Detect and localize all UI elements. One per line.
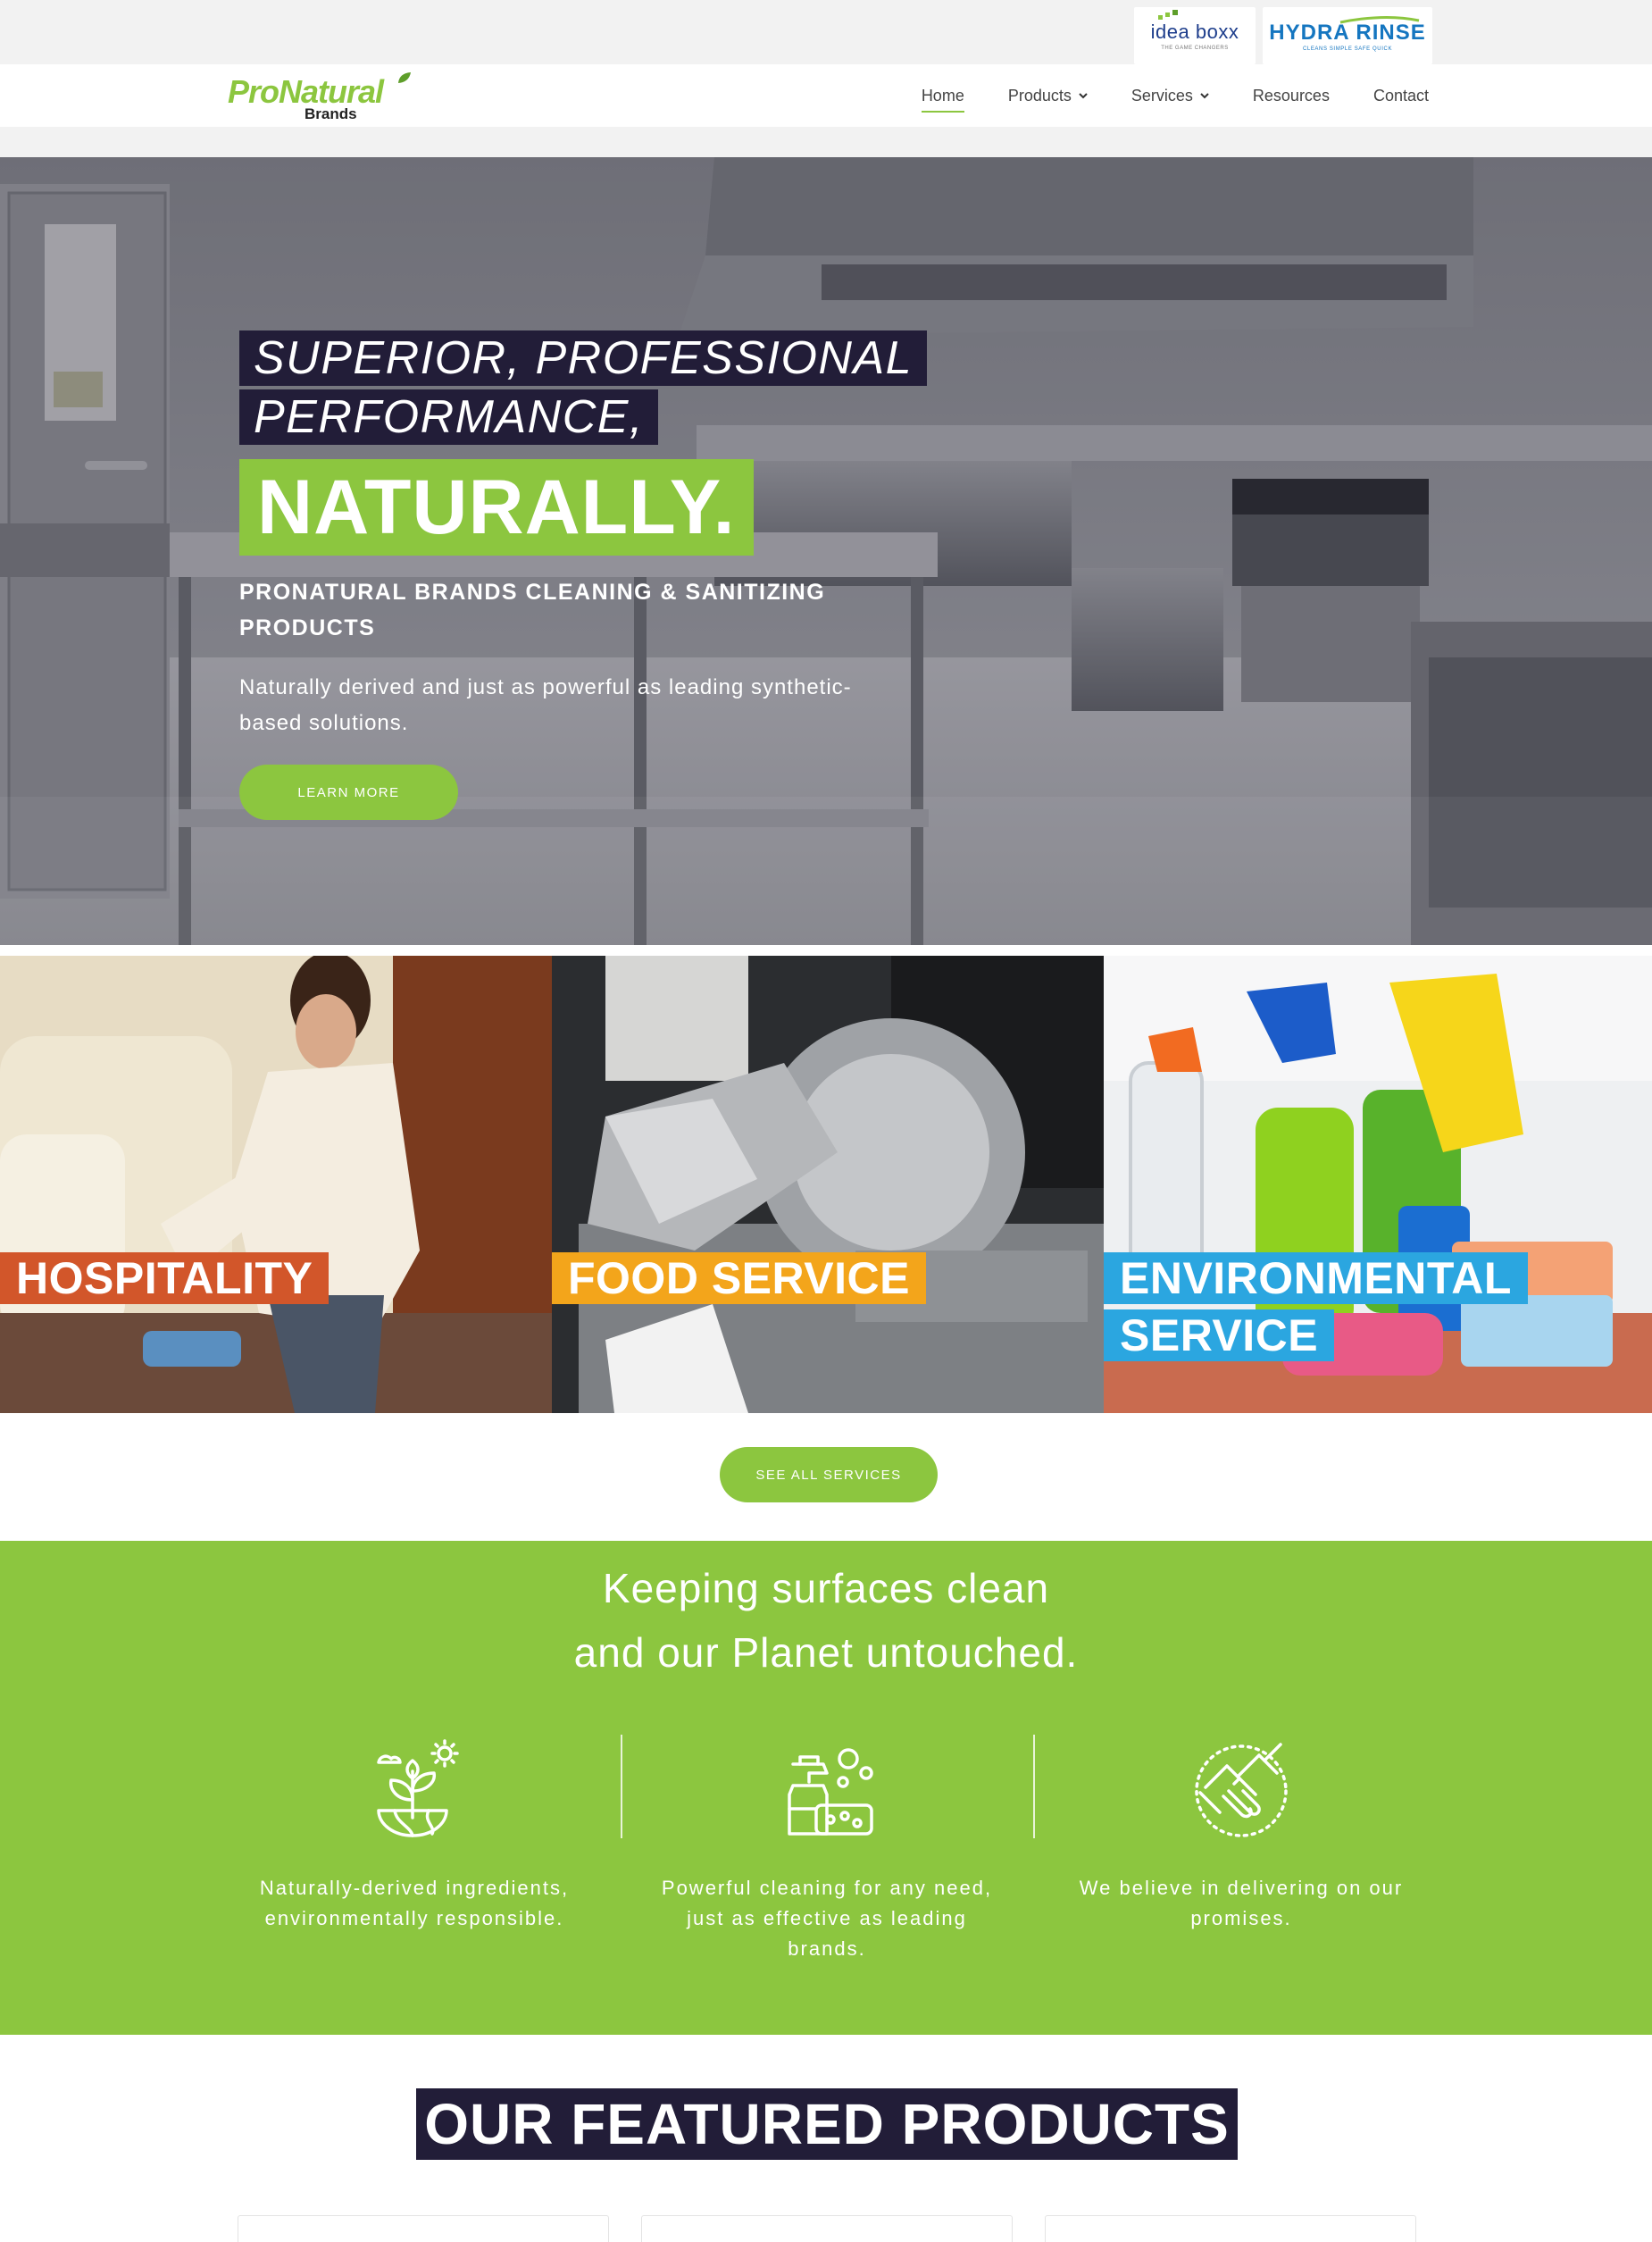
handshake-icon — [1195, 1743, 1288, 1837]
nav-contact[interactable]: Contact — [1373, 81, 1429, 111]
mission-tagline-line2: and our Planet untouched. — [0, 1628, 1652, 1677]
mission-section: Keeping surfaces clean and our Planet un… — [0, 1541, 1652, 2035]
service-tile-food-service[interactable]: FOOD SERVICE — [552, 956, 1104, 1413]
tagline-text: clean — [934, 1565, 1050, 1611]
nav-resources-label: Resources — [1252, 86, 1330, 105]
logo-brands: Brands — [305, 105, 357, 122]
hydra-rinse-logo-link[interactable]: HYDRA RINSE CLEANS SIMPLE SAFE QUICK — [1263, 7, 1432, 64]
feature-divider — [1033, 1735, 1035, 1838]
pronatural-logo[interactable]: ProNatural Brands — [228, 72, 415, 122]
logo-natural: Natural — [279, 73, 384, 110]
tagline-emphasis-planet: Planet — [731, 1629, 854, 1676]
hero-headline-line1: SUPERIOR, PROFESSIONAL — [239, 330, 928, 386]
hero-headline-naturally: NATURALLY. — [239, 459, 754, 556]
featured-products-title: OUR FEATURED PRODUCTS — [416, 2088, 1238, 2160]
plant-globe-icon — [377, 1739, 459, 1837]
idea-boxx-dots-icon — [1157, 10, 1178, 20]
learn-more-button[interactable]: LEARN MORE — [239, 765, 458, 820]
hydra-rinse-tagline: CLEANS SIMPLE SAFE QUICK — [1302, 46, 1393, 52]
hero-headline-line2: PERFORMANCE, — [239, 389, 658, 445]
chevron-down-icon — [1200, 93, 1209, 99]
feature-divider — [621, 1735, 622, 1838]
idea-boxx-name: idea boxx — [1150, 21, 1239, 43]
partner-bar: idea boxx THE GAME CHANGERS HYDRA RINSE … — [0, 0, 1652, 64]
hero-section: SUPERIOR, PROFESSIONAL PERFORMANCE, NATU… — [0, 157, 1652, 945]
idea-boxx-tagline: THE GAME CHANGERS — [1161, 46, 1229, 51]
header-spacer — [0, 127, 1652, 157]
environmental-label-line2: SERVICE — [1104, 1309, 1335, 1361]
nav-products[interactable]: Products — [1008, 81, 1088, 111]
feature-text-natural: Naturally-derived ingredients, environme… — [259, 1877, 570, 1929]
service-tile-hospitality[interactable]: HOSPITALITY — [0, 956, 552, 1413]
chevron-down-icon — [1079, 93, 1088, 99]
food-service-image — [552, 956, 1104, 1413]
services-grid: HOSPITALITY FOOD SERVICE ENVIRONMENTAL S… — [0, 956, 1652, 1413]
environmental-label-line1: ENVIRONMENTAL — [1104, 1252, 1528, 1304]
idea-boxx-logo-link[interactable]: idea boxx THE GAME CHANGERS — [1134, 7, 1256, 64]
hospitality-image — [0, 956, 552, 1413]
feature-text-powerful: Powerful cleaning for any need, just as … — [661, 1877, 993, 1960]
tagline-text: untouched. — [853, 1629, 1079, 1676]
nav-services-label: Services — [1131, 86, 1193, 105]
food-service-label: FOOD SERVICE — [552, 1252, 926, 1304]
leaf-icon — [398, 72, 411, 83]
hydra-rinse-logo: HYDRA RINSE — [1269, 15, 1426, 46]
hydra-rinse-name: HYDRA RINSE — [1269, 20, 1426, 45]
logo-pro: Pro — [228, 73, 280, 110]
see-all-services-button[interactable]: SEE ALL SERVICES — [720, 1447, 938, 1502]
site-header: ProNatural Brands Home Products Services… — [0, 64, 1652, 127]
hydra-rinse-swoosh-icon — [1339, 15, 1420, 23]
hero-subtitle: PRONATURAL BRANDS CLEANING & SANITIZING … — [239, 580, 826, 640]
hospitality-label: HOSPITALITY — [0, 1252, 330, 1304]
service-tile-environmental-service[interactable]: ENVIRONMENTAL SERVICE — [1104, 956, 1652, 1413]
product-card[interactable] — [641, 2215, 1013, 2242]
nav-contact-label: Contact — [1372, 86, 1429, 105]
hero-description: Naturally derived and just as powerful a… — [239, 675, 852, 735]
idea-boxx-logo: idea boxx — [1150, 10, 1239, 44]
nav-services[interactable]: Services — [1131, 81, 1209, 111]
nav-home[interactable]: Home — [921, 81, 964, 113]
mission-tagline-line1: Keeping surfaces clean — [0, 1564, 1652, 1612]
nav-home-label: Home — [921, 86, 964, 105]
feature-text-promises: We believe in delivering on our promises… — [1079, 1877, 1404, 1929]
main-nav: Home Products Services Resources Contact — [921, 64, 1429, 127]
tagline-text: and our — [573, 1629, 732, 1676]
product-card[interactable] — [1045, 2215, 1416, 2242]
product-card[interactable] — [238, 2215, 609, 2242]
nav-products-label: Products — [1007, 86, 1072, 105]
tagline-text: Keeping — [602, 1565, 772, 1611]
tagline-emphasis-surfaces: surfaces — [772, 1565, 935, 1611]
nav-resources[interactable]: Resources — [1253, 81, 1330, 111]
spray-sponge-icon — [788, 1748, 873, 1836]
